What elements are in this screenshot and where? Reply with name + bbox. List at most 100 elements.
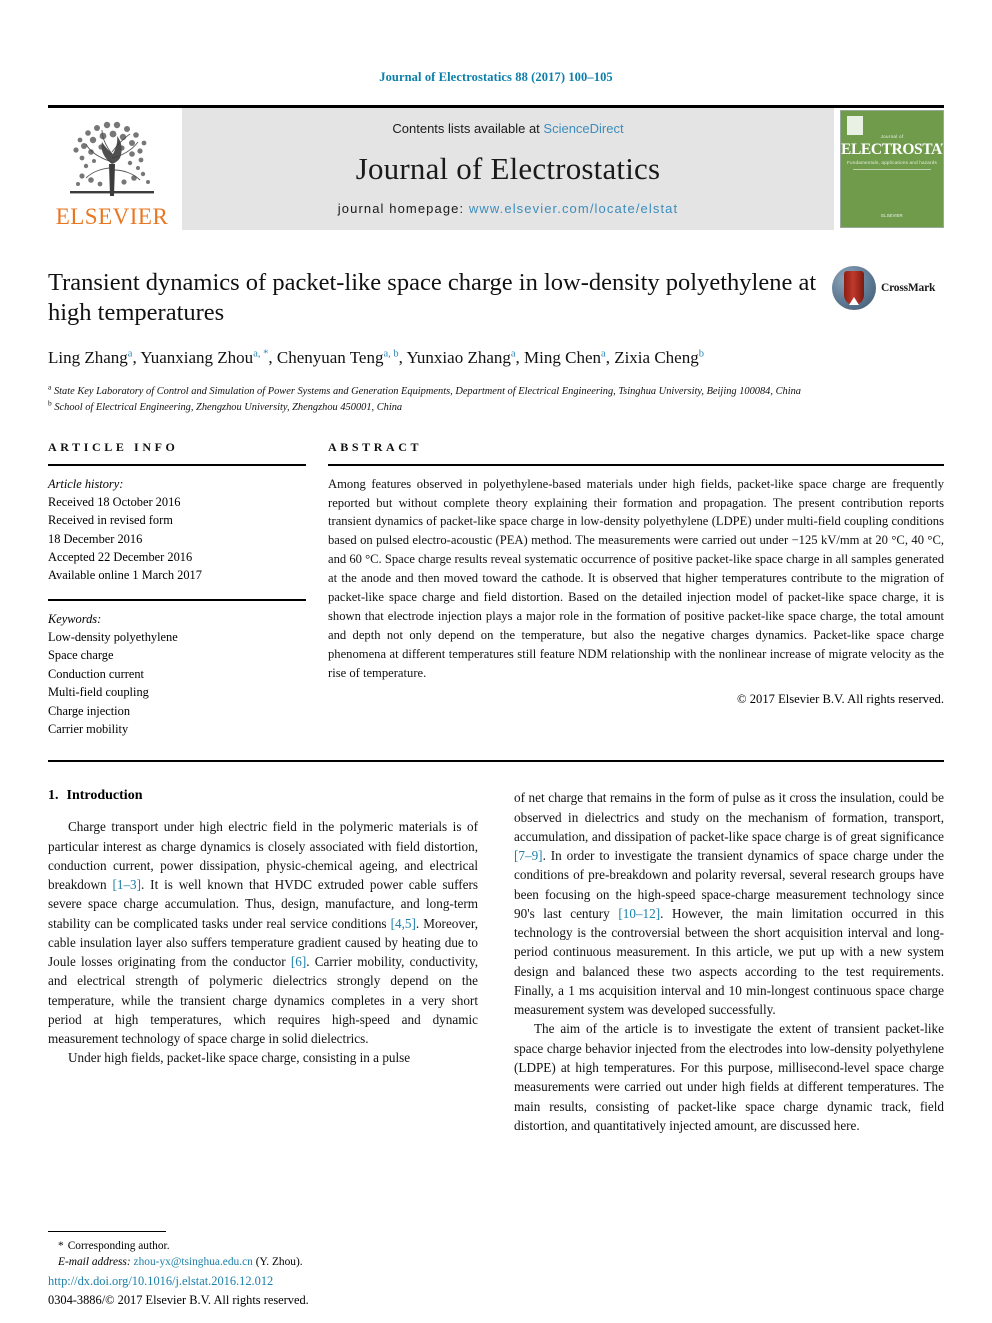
- abstract-column: ABSTRACT Among features observed in poly…: [328, 440, 944, 739]
- homepage-prefix: journal homepage:: [337, 201, 469, 216]
- doi-link[interactable]: http://dx.doi.org/10.1016/j.elstat.2016.…: [48, 1273, 508, 1290]
- author-item: Zixia Chengb: [614, 348, 704, 367]
- masthead-banner: Contents lists available at ScienceDirec…: [182, 108, 834, 230]
- author-name: Ling Zhang: [48, 347, 128, 367]
- author-name: Ming Chen: [524, 347, 602, 367]
- elsevier-logo: ELSEVIER: [48, 108, 176, 230]
- article-history-item: 18 December 2016: [48, 531, 143, 546]
- journal-homepage-line: journal homepage: www.elsevier.com/locat…: [338, 201, 678, 216]
- corresponding-marker: *: [58, 1239, 64, 1252]
- divider: [48, 463, 306, 466]
- paragraph: Under high fields, packet-like space cha…: [68, 1050, 411, 1066]
- author-item: Yunxiao Zhanga,: [406, 347, 525, 367]
- title-block: Transient dynamics of packet-like space …: [48, 266, 944, 371]
- elsevier-tree-icon: [60, 118, 164, 204]
- affiliation-list: a State Key Laboratory of Control and Si…: [48, 384, 944, 415]
- cover-elsevier-tree-icon: [847, 116, 863, 135]
- keywords-label: Keywords:: [48, 611, 102, 626]
- crossmark-badge-group[interactable]: CrossMark: [832, 262, 944, 314]
- doi-block: http://dx.doi.org/10.1016/j.elstat.2016.…: [48, 1273, 508, 1309]
- journal-cover-thumbnail: Journal of ELECTROSTATICS Fundamentals, …: [840, 110, 944, 228]
- author-item: Yuanxiang Zhoua, *,: [140, 347, 277, 367]
- author-marks: b: [698, 348, 704, 360]
- issn-copyright-line: 0304-3886/© 2017 Elsevier B.V. All right…: [48, 1292, 309, 1307]
- citation-reference[interactable]: [10–12]: [618, 906, 660, 921]
- affiliation-mark: a: [48, 382, 52, 392]
- author-list: Ling Zhanga, Yuanxiang Zhoua, *, Chenyua…: [48, 346, 824, 371]
- sciencedirect-link[interactable]: ScienceDirect: [543, 121, 623, 136]
- elsevier-wordmark: ELSEVIER: [55, 204, 169, 229]
- section-number: 1.: [48, 788, 59, 804]
- abstract-text: Among features observed in polyethylene-…: [328, 476, 944, 680]
- body-column-left: 1. Introduction Charge transport under hi…: [48, 788, 478, 1135]
- section-title: Introduction: [66, 788, 143, 804]
- email-link[interactable]: zhou-yx@tsinghua.edu.cn: [134, 1256, 253, 1268]
- journal-masthead: ELSEVIER Contents lists available at Sci…: [48, 105, 944, 230]
- cover-title: ELECTROSTATICS: [841, 141, 943, 158]
- citation-reference[interactable]: [7–9]: [514, 848, 543, 863]
- email-suffix: (Y. Zhou).: [255, 1256, 303, 1269]
- author-name: Yunxiao Zhang: [406, 347, 511, 367]
- info-abstract-row: ARTICLE INFO Article history: Received 1…: [48, 440, 944, 739]
- cover-eyebrow: Journal of: [880, 134, 904, 139]
- page-title: Transient dynamics of packet-like space …: [48, 269, 817, 327]
- section-heading-introduction: 1. Introduction: [48, 788, 478, 804]
- author-item: Chenyuan Tenga, b,: [276, 347, 407, 367]
- crossmark-label: CrossMark: [881, 282, 936, 294]
- journal-homepage-link[interactable]: www.elsevier.com/locate/elstat: [469, 201, 678, 216]
- author-item: Ming Chena,: [524, 347, 615, 367]
- article-info-column: ARTICLE INFO Article history: Received 1…: [48, 440, 306, 739]
- footnote-divider: [48, 1230, 166, 1232]
- corresponding-author-footnote: * Corresponding author. E-mail address: z…: [48, 1230, 472, 1271]
- article-history-item: Accepted 22 December 2016: [48, 550, 193, 565]
- article-info-heading: ARTICLE INFO: [48, 439, 179, 454]
- author-name: Chenyuan Teng: [276, 347, 384, 367]
- article-history-item: Available online 1 March 2017: [48, 568, 202, 583]
- keyword-item: Carrier mobility: [48, 721, 129, 736]
- author-marks: a: [510, 348, 516, 360]
- keyword-item: Conduction current: [48, 666, 145, 681]
- article-history-item: Received 18 October 2016: [48, 494, 181, 509]
- contents-prefix: Contents lists available at: [392, 121, 544, 136]
- affiliation-text: State Key Laboratory of Control and Simu…: [53, 386, 801, 398]
- body-column-right: of net charge that remains in the form o…: [514, 788, 944, 1135]
- article-history-label: Article history:: [48, 476, 124, 491]
- divider: [328, 463, 944, 466]
- author-name: Yuanxiang Zhou: [140, 347, 254, 367]
- keyword-item: Multi-field coupling: [48, 685, 149, 700]
- cover-divider: [853, 169, 931, 170]
- author-marks: a, b: [383, 348, 399, 360]
- divider: [48, 760, 944, 763]
- abstract-heading: ABSTRACT: [328, 439, 423, 454]
- email-label: E-mail address:: [58, 1256, 131, 1269]
- citation-reference[interactable]: [1–3]: [112, 877, 141, 892]
- keyword-item: Low-density polyethylene: [48, 630, 178, 645]
- article-history-item: Received in revised form: [48, 513, 173, 528]
- keyword-item: Charge injection: [48, 703, 131, 718]
- crossmark-icon: [832, 266, 876, 310]
- affiliation-text: School of Electrical Engineering, Zhengz…: [54, 402, 403, 413]
- author-marks: a: [601, 348, 606, 360]
- contents-available-line: Contents lists available at ScienceDirec…: [392, 121, 623, 136]
- cover-footer: ELSEVIER: [881, 213, 903, 219]
- affiliation-item: a State Key Laboratory of Control and Si…: [48, 384, 944, 400]
- paragraph: Charge transport under high electric fie…: [48, 819, 479, 1047]
- corresponding-label: Corresponding author.: [67, 1239, 170, 1252]
- email-line: E-mail address: zhou-yx@tsinghua.edu.cn …: [48, 1254, 472, 1271]
- citation-reference[interactable]: [4,5]: [391, 916, 416, 931]
- citation-reference[interactable]: [6]: [291, 954, 306, 969]
- author-name: Zixia Cheng: [614, 347, 699, 367]
- cover-subtitle: Fundamentals, applications and hazards: [846, 160, 938, 165]
- running-head: Journal of Electrostatics 88 (2017) 100–…: [379, 70, 613, 84]
- keyword-item: Space charge: [48, 648, 114, 663]
- paragraph: The aim of the article is to investigate…: [514, 1021, 944, 1133]
- article-page: Journal of Electrostatics 88 (2017) 100–…: [0, 0, 992, 1323]
- divider: [48, 598, 306, 601]
- paragraph: of net charge that remains in the form o…: [514, 790, 944, 1018]
- body-columns: 1. Introduction Charge transport under hi…: [48, 788, 944, 1135]
- author-marks: a: [127, 348, 133, 360]
- abstract-copyright: © 2017 Elsevier B.V. All rights reserved…: [737, 692, 944, 707]
- author-marks: a, *: [253, 348, 269, 360]
- author-item: Ling Zhanga,: [48, 347, 141, 367]
- journal-title: Journal of Electrostatics: [355, 150, 661, 186]
